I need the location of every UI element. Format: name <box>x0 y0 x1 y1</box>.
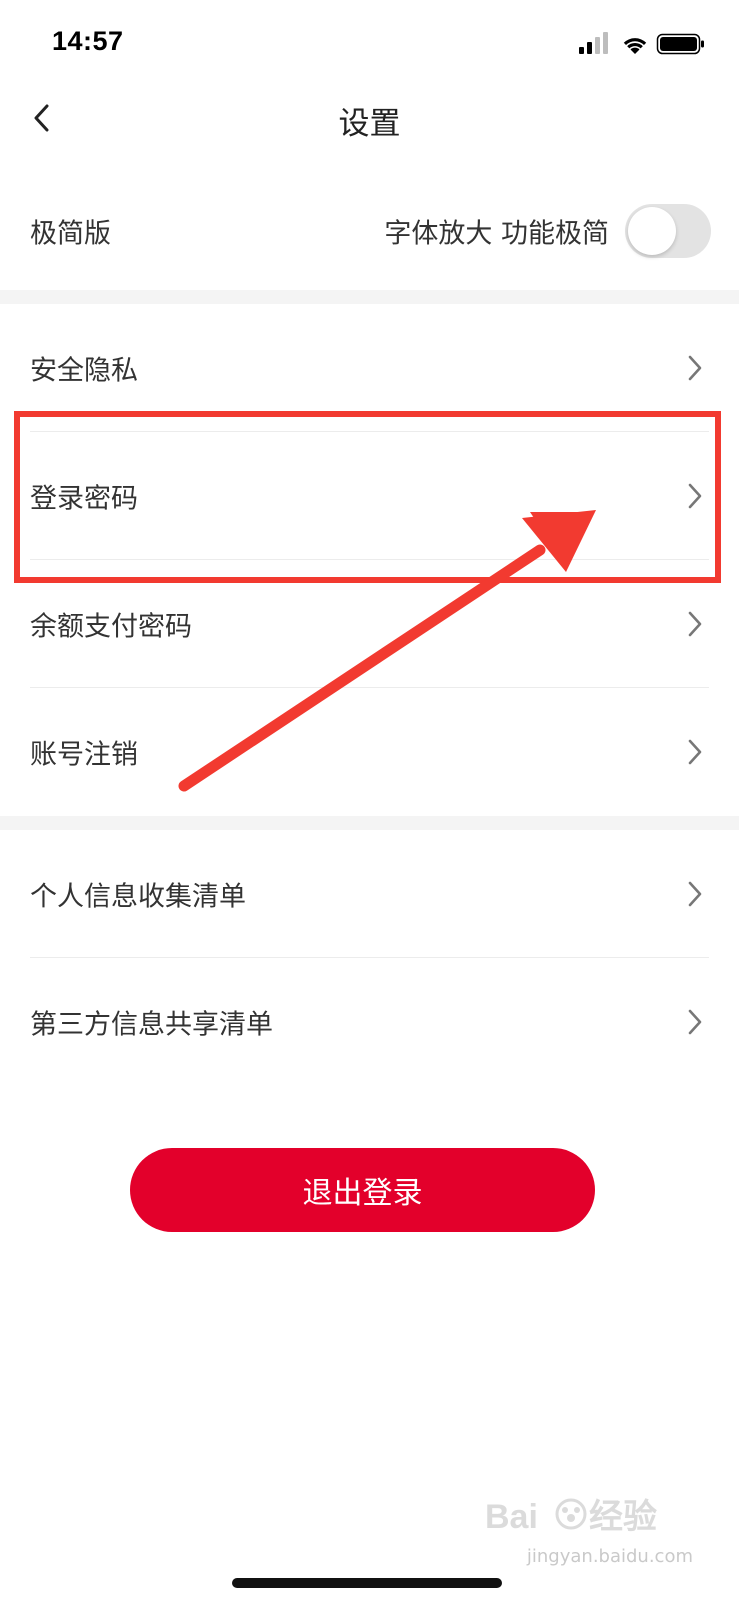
paw-logo: Bai 经验 <box>485 1497 657 1536</box>
chevron-right-icon <box>688 1009 702 1035</box>
toggle-knob <box>628 207 676 255</box>
svg-text:Bai: Bai <box>485 1498 538 1536</box>
logout-button[interactable]: 退出登录 <box>130 1148 595 1232</box>
list-item-login-password[interactable]: 登录密码 <box>0 432 739 560</box>
list-item-label: 余额支付密码 <box>30 611 192 643</box>
list-item-balance-payment-password[interactable]: 余额支付密码 <box>0 560 739 688</box>
svg-text:经验: 经验 <box>589 1497 657 1536</box>
list-item-label: 安全隐私 <box>30 355 138 387</box>
signal-icon <box>579 32 608 54</box>
list-item-personal-info-list[interactable]: 个人信息收集清单 <box>0 830 739 958</box>
list-item-security-privacy[interactable]: 安全隐私 <box>0 304 739 432</box>
list-item-label: 账号注销 <box>30 739 138 771</box>
nav-bar: 设置 <box>0 88 739 148</box>
simple-mode-label: 极简版 <box>30 218 111 250</box>
wifi-icon <box>623 38 647 54</box>
page-title: 设置 <box>338 106 401 142</box>
simple-mode-toggle[interactable] <box>625 204 711 258</box>
watermark-url: jingyan.baidu.com <box>526 1546 693 1567</box>
list-item-label: 个人信息收集清单 <box>30 881 246 913</box>
list-item-third-party-sharing-list[interactable]: 第三方信息共享清单 <box>0 958 739 1086</box>
section-divider <box>0 290 739 304</box>
chevron-right-icon <box>688 611 702 637</box>
chevron-right-icon <box>688 881 702 907</box>
section-divider <box>0 816 739 830</box>
status-icons <box>579 30 709 58</box>
simple-mode-hint: 字体放大 功能极简 <box>384 218 609 250</box>
list-item-account-deletion[interactable]: 账号注销 <box>0 688 739 816</box>
baidu-watermark: Bai 经验 <box>485 1496 695 1536</box>
status-bar: 14:57 <box>0 0 739 88</box>
list-item-label: 第三方信息共享清单 <box>30 1009 273 1041</box>
chevron-right-icon <box>688 355 702 381</box>
chevron-right-icon <box>688 739 702 765</box>
list-item-label: 登录密码 <box>30 483 138 515</box>
home-indicator <box>232 1578 502 1588</box>
chevron-right-icon <box>688 483 702 509</box>
simple-mode-row: 极简版 字体放大 功能极简 <box>0 172 739 290</box>
status-time: 14:57 <box>52 26 124 56</box>
battery-icon <box>656 33 704 55</box>
